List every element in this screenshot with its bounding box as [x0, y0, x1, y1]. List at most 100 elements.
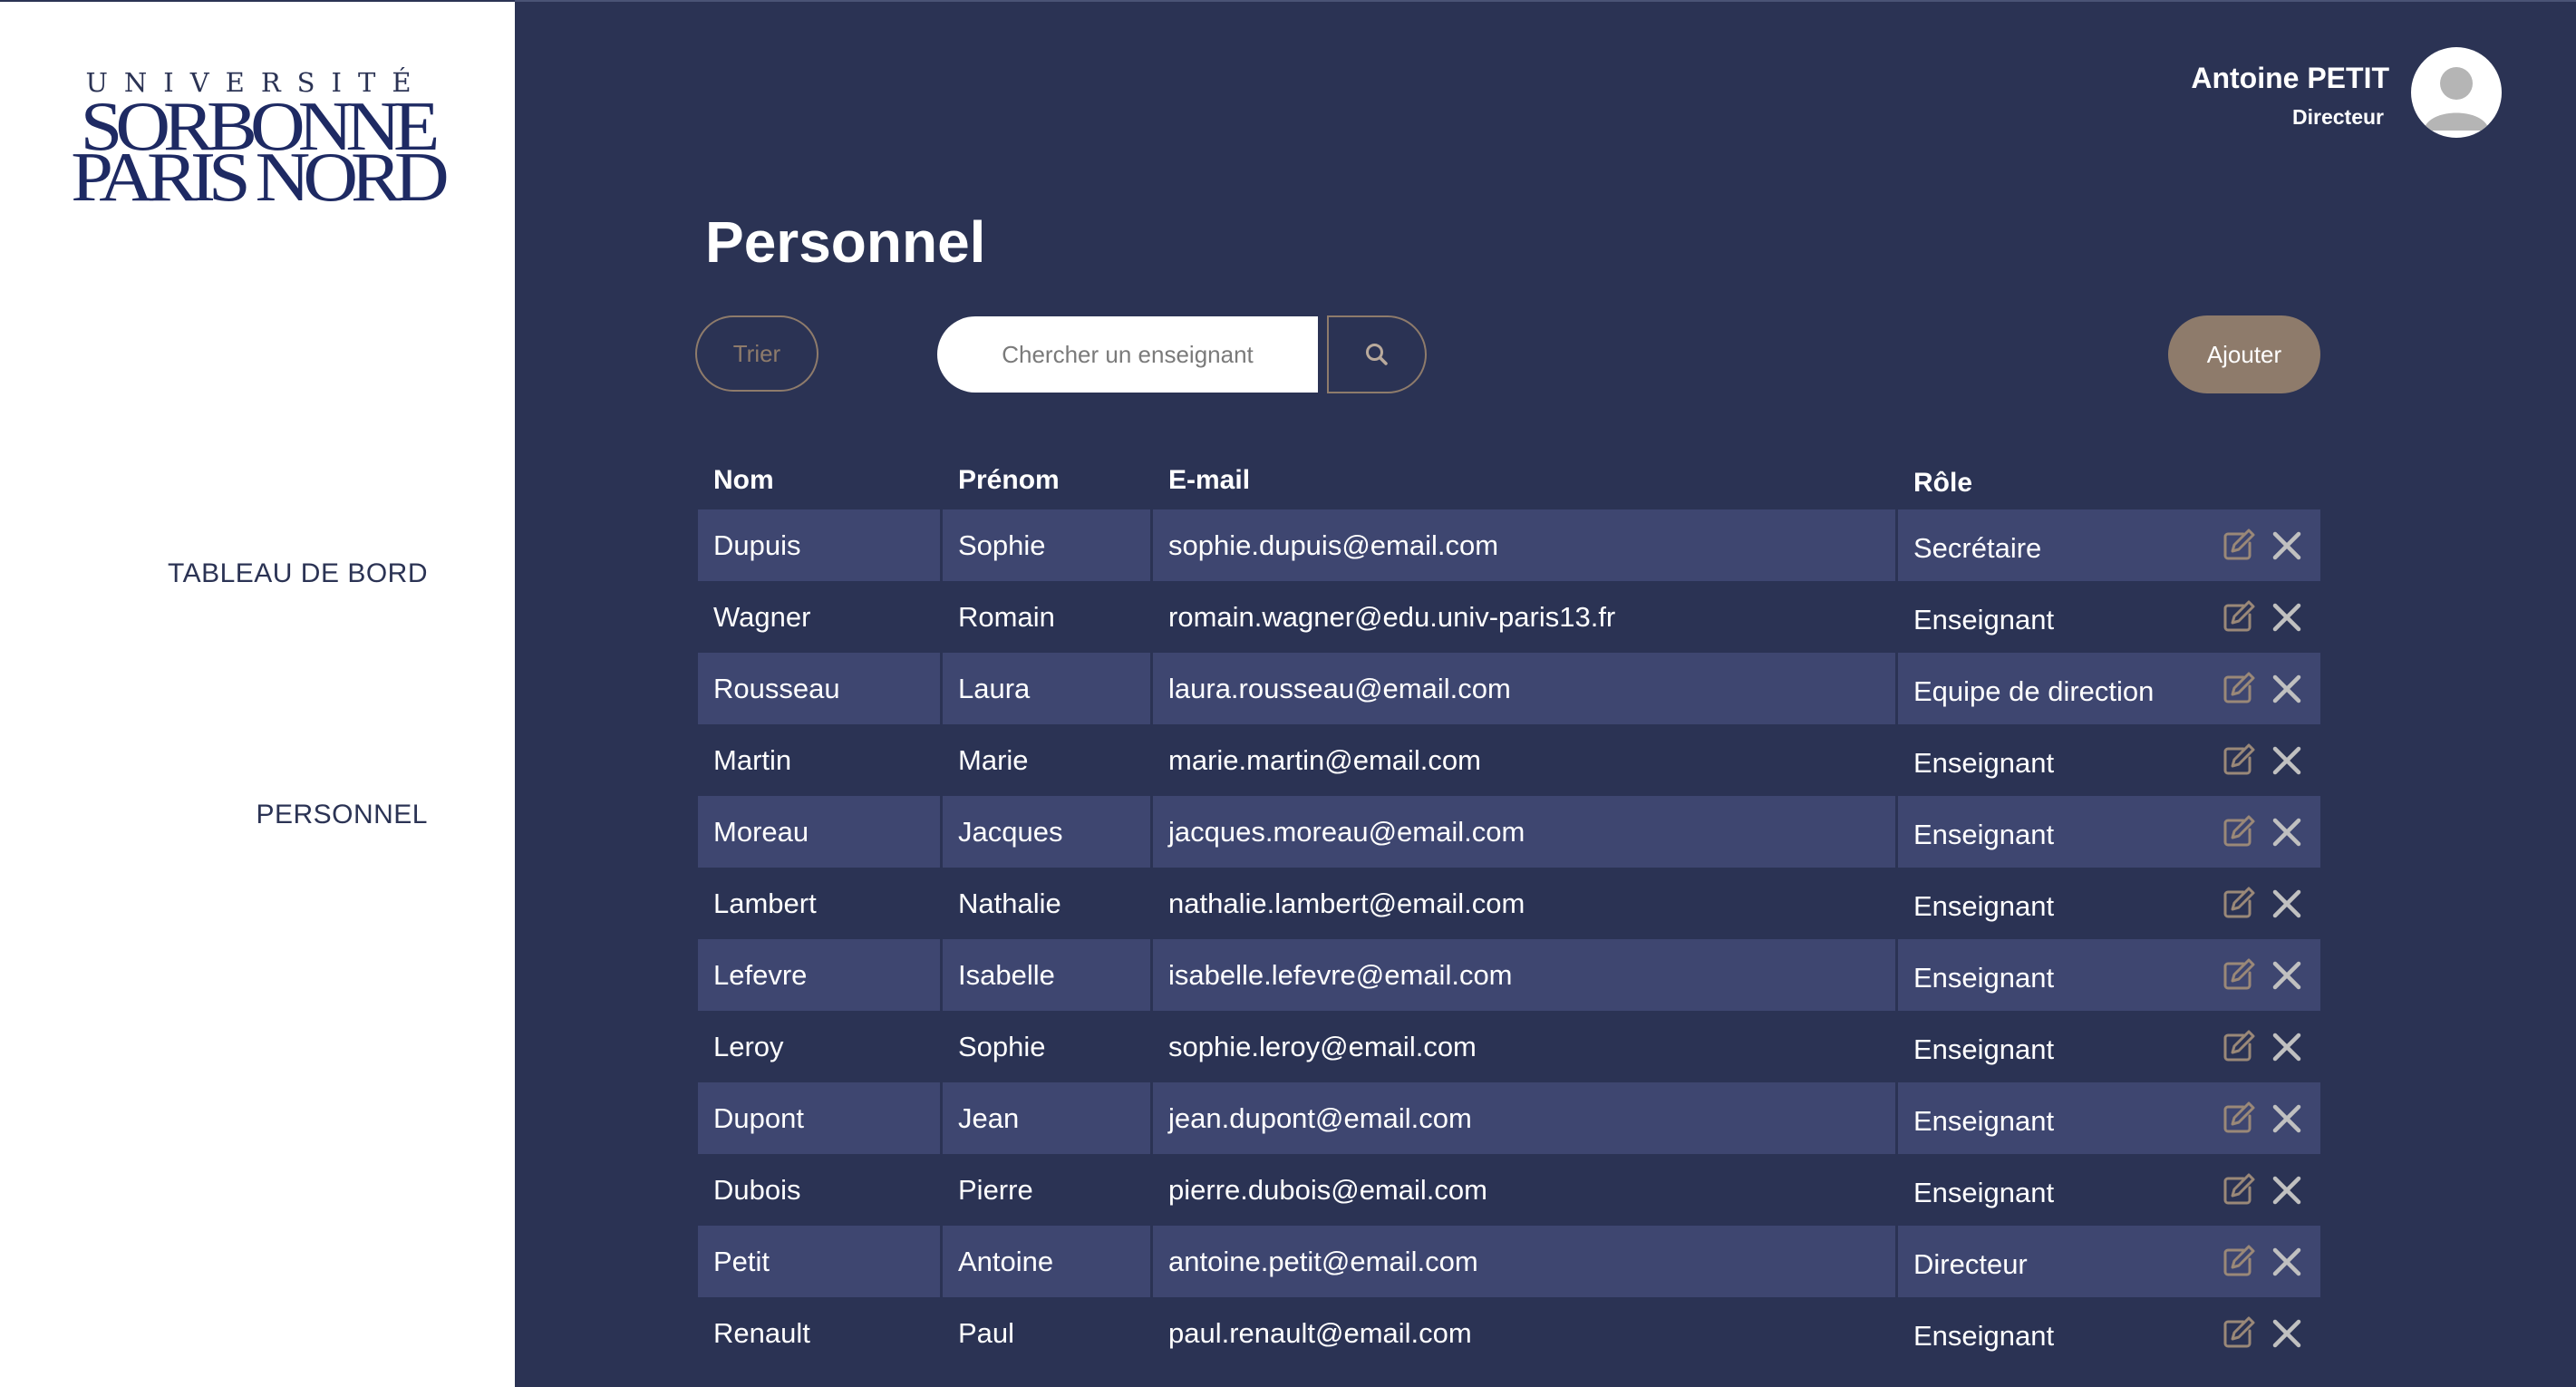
cell-nom: Lefevre [698, 939, 943, 1011]
close-icon[interactable] [2270, 1101, 2304, 1136]
close-icon[interactable] [2270, 815, 2304, 849]
close-icon[interactable] [2270, 600, 2304, 635]
table-body: Dupuis Sophie sophie.dupuis@email.com Se… [698, 509, 2320, 1369]
cell-email: pierre.dubois@email.com [1168, 1173, 1487, 1206]
edit-icon[interactable] [2219, 1100, 2257, 1138]
edit-icon[interactable] [2219, 813, 2257, 851]
cell-prenom: Pierre [958, 1173, 1033, 1206]
cell-nom: Dupont [698, 1082, 943, 1154]
edit-icon[interactable] [2219, 1314, 2257, 1353]
nav-item-personnel[interactable]: PERSONNEL [256, 800, 428, 830]
table-row: Renault Paul paul.renault@email.com Ense… [698, 1297, 2320, 1369]
column-header-email[interactable]: E-mail [1153, 465, 1898, 496]
cell-nom: Petit [698, 1226, 943, 1297]
cell-nom: Moreau [698, 796, 943, 868]
cell-prenom: Laura [943, 653, 1153, 724]
cell-prenom: Sophie [943, 509, 1153, 581]
close-icon[interactable] [2270, 743, 2304, 778]
main-content: Antoine PETIT Directeur Personnel Trier … [515, 0, 2576, 1387]
edit-icon[interactable] [2219, 1028, 2257, 1066]
column-header-prenom[interactable]: Prénom [943, 465, 1153, 496]
cell-role: Secrétaire [1913, 531, 2042, 564]
row-actions [2212, 724, 2320, 796]
cell-nom: Martin [713, 743, 792, 776]
nav-item-tableau-de-bord[interactable]: TABLEAU DE BORD [168, 558, 428, 589]
edit-icon[interactable] [2219, 956, 2257, 994]
user-role: Directeur [2292, 105, 2384, 129]
sidebar: UNIVERSITÉ SORBONNE PARIS NORD TABLEAU D… [0, 0, 515, 1387]
edit-icon[interactable] [2219, 742, 2257, 780]
user-avatar-icon[interactable] [2411, 47, 2502, 138]
search-icon [1366, 344, 1388, 365]
cell-role: Directeur [1913, 1247, 2028, 1280]
add-button[interactable]: Ajouter [2168, 315, 2320, 393]
edit-icon[interactable] [2219, 598, 2257, 636]
table-row: Martin Marie marie.martin@email.com Ense… [698, 724, 2320, 796]
edit-icon[interactable] [2219, 885, 2257, 923]
close-icon[interactable] [2270, 672, 2304, 706]
personnel-table: Nom Prénom E-mail Rôle Dupuis Sophie sop… [698, 451, 2320, 1369]
search-input[interactable] [937, 316, 1318, 393]
edit-icon[interactable] [2219, 527, 2257, 565]
sort-button[interactable]: Trier [695, 315, 818, 392]
edit-icon[interactable] [2219, 670, 2257, 708]
cell-role: Enseignant [1913, 1176, 2055, 1208]
cell-prenom: Jean [943, 1082, 1153, 1154]
cell-email: marie.martin@email.com [1168, 743, 1481, 776]
cell-nom: Lambert [713, 887, 817, 919]
cell-email: laura.rousseau@email.com [1153, 653, 1898, 724]
row-actions [2212, 1297, 2320, 1369]
table-row: Lefevre Isabelle isabelle.lefevre@email.… [698, 939, 2320, 1011]
cell-role: Enseignant [1913, 1104, 2055, 1137]
cell-role: Enseignant [1913, 1319, 2055, 1352]
edit-icon[interactable] [2219, 1243, 2257, 1281]
user-name: Antoine PETIT [2191, 62, 2389, 94]
search-button[interactable] [1327, 315, 1427, 393]
table-row: Rousseau Laura laura.rousseau@email.com … [698, 653, 2320, 724]
close-icon[interactable] [2270, 529, 2304, 563]
close-icon[interactable] [2270, 958, 2304, 993]
cell-prenom: Romain [958, 600, 1055, 633]
cell-nom: Wagner [713, 600, 811, 633]
close-icon[interactable] [2270, 1030, 2304, 1064]
cell-prenom: Sophie [958, 1030, 1046, 1062]
close-icon[interactable] [2270, 1245, 2304, 1279]
cell-prenom: Nathalie [958, 887, 1061, 919]
table-row: Petit Antoine antoine.petit@email.com Di… [698, 1226, 2320, 1297]
cell-prenom: Isabelle [943, 939, 1153, 1011]
row-actions [2212, 581, 2320, 653]
edit-icon[interactable] [2219, 1171, 2257, 1209]
table-header: Nom Prénom E-mail Rôle [698, 451, 2320, 509]
column-header-role[interactable]: Rôle [1898, 462, 2212, 499]
table-row: Dupuis Sophie sophie.dupuis@email.com Se… [698, 509, 2320, 581]
close-icon[interactable] [2270, 887, 2304, 921]
row-actions [2212, 796, 2320, 868]
avatar-silhouette [2424, 67, 2489, 131]
cell-email: isabelle.lefevre@email.com [1153, 939, 1898, 1011]
close-icon[interactable] [2270, 1173, 2304, 1208]
cell-prenom: Paul [958, 1316, 1015, 1349]
table-row: Dubois Pierre pierre.dubois@email.com En… [698, 1154, 2320, 1226]
cell-email: jean.dupont@email.com [1153, 1082, 1898, 1154]
row-actions [2212, 1226, 2320, 1297]
cell-prenom: Marie [958, 743, 1029, 776]
row-actions [2212, 1011, 2320, 1082]
row-actions [2212, 1082, 2320, 1154]
cell-prenom: Antoine [943, 1226, 1153, 1297]
cell-email: paul.renault@email.com [1168, 1316, 1472, 1349]
cell-role: Equipe de direction [1913, 674, 2155, 707]
cell-email: romain.wagner@edu.univ-paris13.fr [1168, 600, 1616, 633]
close-icon[interactable] [2270, 1316, 2304, 1351]
cell-role: Enseignant [1913, 746, 2055, 779]
column-header-nom[interactable]: Nom [698, 465, 943, 496]
cell-role: Enseignant [1913, 818, 2055, 850]
cell-role: Enseignant [1913, 961, 2055, 994]
logo-text-paris-nord: PARIS NORD [71, 138, 449, 217]
cell-email: sophie.leroy@email.com [1168, 1030, 1477, 1062]
table-row: Moreau Jacques jacques.moreau@email.com … [698, 796, 2320, 868]
cell-prenom: Jacques [943, 796, 1153, 868]
university-logo[interactable]: UNIVERSITÉ SORBONNE PARIS NORD [71, 67, 449, 217]
table-row: Dupont Jean jean.dupont@email.com Enseig… [698, 1082, 2320, 1154]
cell-nom: Leroy [713, 1030, 784, 1062]
page-title: Personnel [705, 209, 986, 275]
